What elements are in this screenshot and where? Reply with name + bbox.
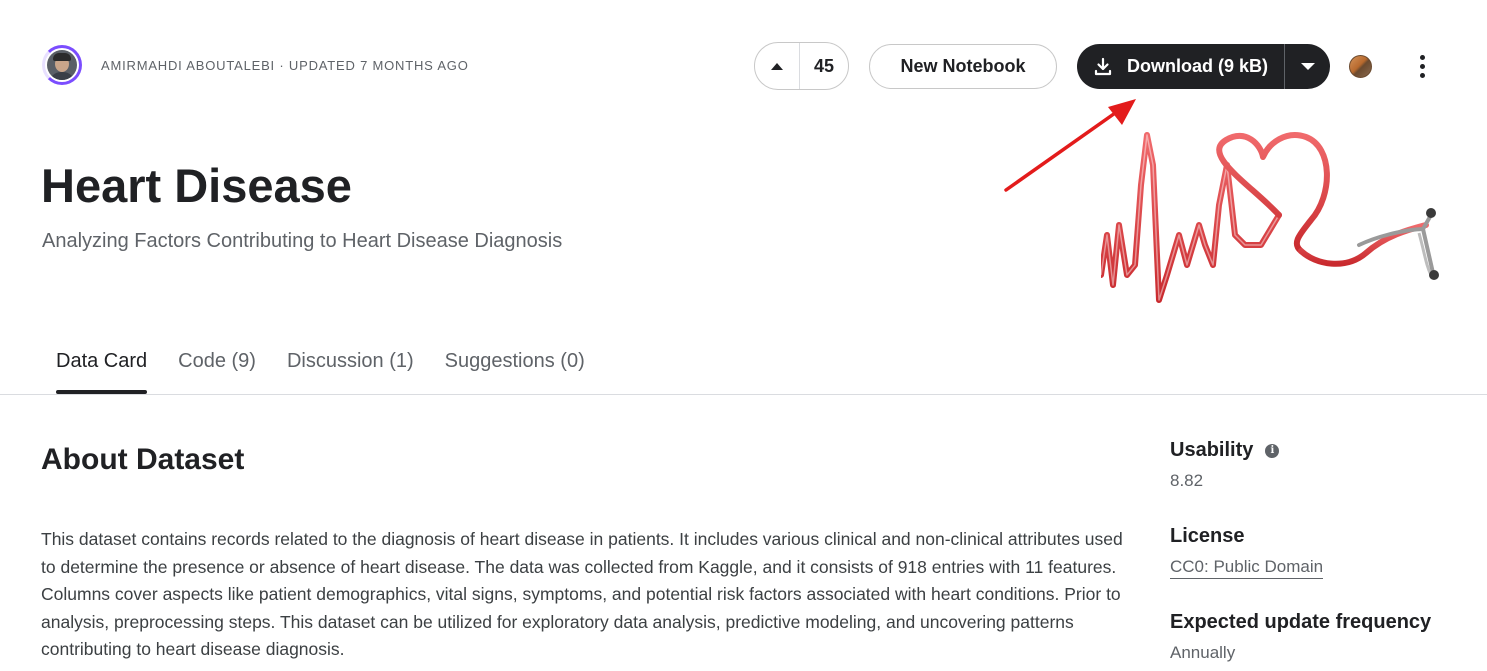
info-icon[interactable]: i xyxy=(1265,443,1280,458)
usability-label: Usability xyxy=(1170,439,1254,461)
update-frequency-value: Annually xyxy=(1170,643,1236,662)
caret-down-icon xyxy=(1300,63,1315,70)
license-link[interactable]: CC0: Public Domain xyxy=(1170,557,1324,579)
usability-value: 8.82 xyxy=(1170,471,1204,490)
avatar[interactable] xyxy=(42,45,82,85)
tab-code[interactable]: Code (9) xyxy=(178,350,256,393)
page-title: Heart Disease xyxy=(41,159,352,212)
license-section: License CC0: Public Domain xyxy=(1170,525,1324,579)
author-row: AMIRMAHDI ABOUTALEBI · UPDATED 7 MONTHS … xyxy=(42,45,469,85)
tab-suggestions[interactable]: Suggestions (0) xyxy=(445,350,585,393)
download-options-button[interactable] xyxy=(1285,63,1330,70)
vote-widget: 45 xyxy=(754,42,849,90)
tab-bar: Data Card Code (9) Discussion (1) Sugges… xyxy=(56,350,616,394)
more-vertical-icon xyxy=(1419,54,1425,60)
author-meta: AMIRMAHDI ABOUTALEBI · UPDATED 7 MONTHS … xyxy=(101,57,469,73)
heart-stethoscope-image xyxy=(1101,125,1451,305)
download-button[interactable]: Download (9 kB) xyxy=(1077,44,1285,89)
tab-data-card[interactable]: Data Card xyxy=(56,350,148,394)
download-icon xyxy=(1094,57,1112,75)
upvote-button[interactable] xyxy=(755,43,800,89)
download-label: Download (9 kB) xyxy=(1126,56,1268,76)
tab-discussion[interactable]: Discussion (1) xyxy=(287,350,414,393)
usability-section: Usability i 8.82 xyxy=(1170,439,1280,491)
about-dataset-heading: About Dataset xyxy=(41,443,245,476)
new-notebook-button[interactable]: New Notebook xyxy=(869,44,1057,89)
license-label: License xyxy=(1170,525,1245,547)
page-subtitle: Analyzing Factors Contributing to Heart … xyxy=(42,230,563,252)
dataset-description: This dataset contains records related to… xyxy=(41,529,1123,659)
more-options-button[interactable] xyxy=(1408,52,1436,80)
tabs-divider xyxy=(0,394,1487,395)
download-split-button: Download (9 kB) xyxy=(1077,44,1330,89)
upvote-triangle-icon xyxy=(771,62,783,70)
avatar-image xyxy=(47,50,77,80)
vote-count: 45 xyxy=(813,55,835,76)
user-tier-badge-icon[interactable] xyxy=(1349,55,1372,78)
update-frequency-section: Expected update frequency Annually xyxy=(1170,611,1431,663)
update-frequency-label: Expected update frequency xyxy=(1170,611,1432,633)
